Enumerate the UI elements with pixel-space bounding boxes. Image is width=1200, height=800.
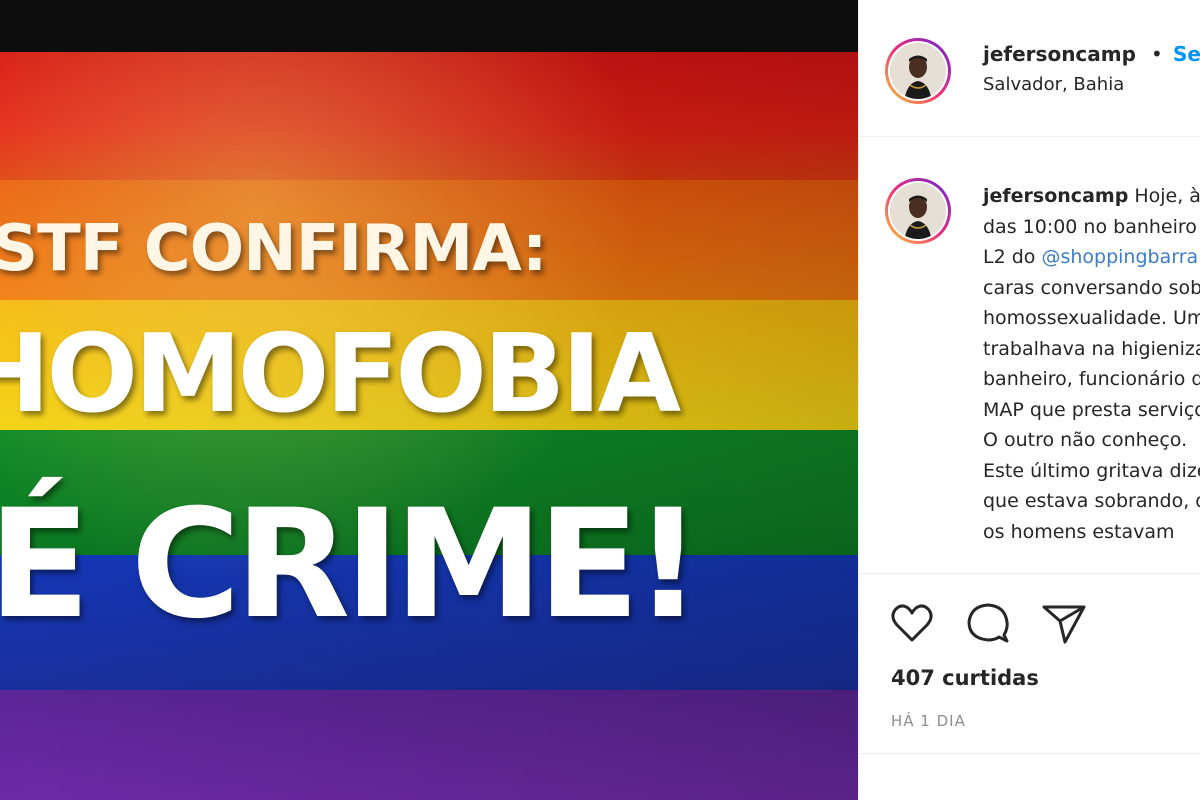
avatar-photo: [890, 43, 946, 99]
follow-button[interactable]: Seguir: [1173, 42, 1200, 66]
caption-line: homossexualidade. Um deles: [983, 307, 1200, 329]
avatar[interactable]: [885, 38, 951, 104]
mention-link[interactable]: @shoppingbarra: [1041, 246, 1198, 268]
comment-icon[interactable]: [963, 598, 1013, 648]
caption-line: L2 do @shoppingbarra: [983, 242, 1200, 273]
caption-area[interactable]: jefersoncamp Hoje, às das 10:00 no banhe…: [859, 137, 1200, 573]
post-actions: 407 curtidas HÁ 1 DIA: [859, 573, 1200, 754]
comment-box[interactable]: [859, 753, 1200, 800]
caption-text: jefersoncamp Hoje, às das 10:00 no banhe…: [983, 181, 1200, 547]
separator-dot: •: [1151, 42, 1163, 66]
caption-line: que estava sobrando, que: [983, 490, 1200, 512]
caption-line: Este último gritava dizendo: [983, 459, 1200, 482]
paper-plane-icon[interactable]: [1039, 598, 1089, 648]
post-timestamp[interactable]: HÁ 1 DIA: [891, 712, 966, 730]
caption-line: os homens estavam: [983, 520, 1175, 543]
caption-line-text: L2 do: [983, 246, 1036, 268]
likes-count[interactable]: 407 curtidas: [891, 666, 1039, 690]
location-link[interactable]: Salvador, Bahia: [983, 74, 1124, 95]
caption-line: das 10:00 no banheiro do: [983, 215, 1200, 238]
caption-username[interactable]: jefersoncamp: [983, 185, 1128, 207]
headline-line-2: HOMOFOBIA: [0, 312, 681, 437]
header-username[interactable]: jefersoncamp: [983, 42, 1136, 66]
caption-line: banheiro, funcionário da: [983, 368, 1200, 390]
post-header: jefersoncamp • Seguir Salvador, Bahia: [859, 0, 1200, 137]
caption-line: O outro não conheço.: [983, 429, 1188, 451]
post-sidebar: jefersoncamp • Seguir Salvador, Bahia: [858, 0, 1200, 800]
caption-line: MAP que presta serviço.: [983, 398, 1200, 421]
avatar-photo: [890, 183, 946, 239]
caption-line: caras conversando sobre: [983, 276, 1200, 299]
headline-line-1: STF CONFIRMA:: [0, 212, 547, 286]
caption-line-text: Hoje, às: [1134, 185, 1200, 207]
caption-line: jefersoncamp Hoje, às: [983, 181, 1200, 212]
heart-icon[interactable]: [887, 598, 937, 648]
post-image[interactable]: STF CONFIRMA: HOMOFOBIA É CRIME!: [0, 0, 858, 800]
flag-band-black: [0, 0, 858, 52]
caption-line: trabalhava na higienização do: [983, 337, 1200, 360]
caption-avatar[interactable]: [885, 178, 951, 244]
headline-line-3: É CRIME!: [0, 478, 702, 652]
